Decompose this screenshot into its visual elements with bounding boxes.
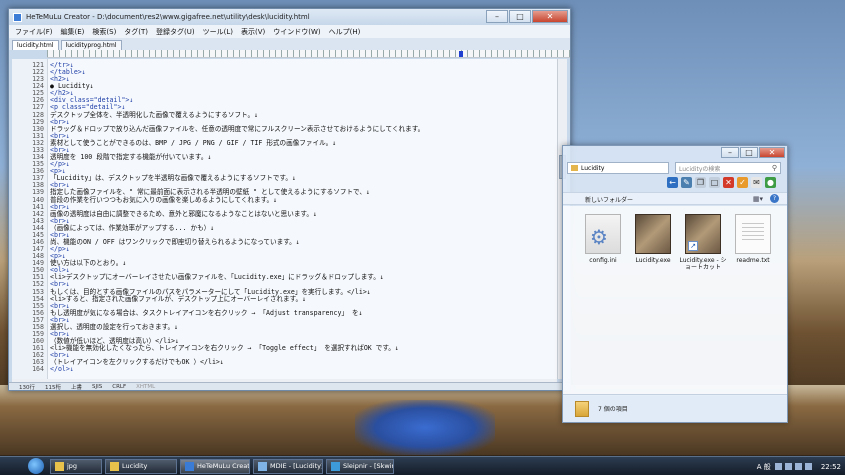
taskbar-button[interactable]: jpg: [50, 458, 102, 474]
item-count: 7 個の項目: [598, 406, 628, 413]
menu-help[interactable]: ヘルプ(H): [329, 27, 361, 37]
status-encoding: SJIS: [92, 383, 103, 390]
system-tray: A 般 22:52: [757, 457, 841, 475]
delete-icon[interactable]: ✕: [723, 177, 734, 188]
editor-window[interactable]: HeTeMuLu Creator - D:\document\res2\www.…: [8, 8, 571, 391]
back-icon[interactable]: ←: [667, 177, 678, 188]
explorer-details-pane: 7 個の項目: [563, 394, 787, 422]
config-file-icon: [585, 214, 621, 254]
close-button[interactable]: ✕: [532, 10, 568, 23]
folder-icon: [110, 461, 119, 471]
tab-lucidityprog-html[interactable]: lucidityprog.html: [60, 40, 122, 50]
folder-icon: [575, 401, 589, 417]
new-folder-button[interactable]: 新しいフォルダー: [585, 195, 633, 204]
menu-edit[interactable]: 編集(E): [61, 27, 85, 37]
network-icon[interactable]: [794, 463, 802, 470]
explorer-window-controls: – □ ✕: [720, 147, 785, 158]
browser-icon: [331, 461, 340, 471]
taskbar-button-label: Lucidity: [122, 462, 148, 470]
file-item[interactable]: readme.txt: [729, 214, 777, 264]
line-number: 164: [32, 365, 44, 374]
taskbar-button[interactable]: Lucidity: [105, 458, 177, 474]
taskbar-button-label: MDIE - [Lucidity]: [270, 462, 323, 470]
editor-menubar: ファイル(F) 編集(E) 検索(S) タグ(T) 登録タグ(U) ツール(L)…: [9, 25, 570, 38]
line-text: </ol>↓: [50, 365, 74, 374]
paste-icon[interactable]: □: [709, 177, 720, 188]
app-icon: [13, 12, 22, 22]
volume-icon[interactable]: [804, 463, 812, 470]
command-bar: 新しいフォルダー ▦▾ ?: [563, 192, 787, 205]
maximize-button[interactable]: □: [509, 10, 531, 23]
copy-icon[interactable]: ❐: [695, 177, 706, 188]
status-col: 115桁: [45, 384, 61, 391]
taskbar-button[interactable]: Sleipnir - [Skwire ...: [326, 458, 394, 474]
editor-window-controls: – □ ✕: [485, 10, 568, 23]
document-tabs: lucidity.html lucidityprog.html: [9, 38, 570, 50]
folder-icon: [55, 461, 64, 471]
text-file-icon: [735, 214, 771, 254]
tab-lucidity-html[interactable]: lucidity.html: [12, 40, 59, 50]
editor-icon: [185, 461, 194, 471]
shortcut-arrow-icon: ↗: [688, 241, 698, 251]
menu-window[interactable]: ウインドウ(W): [273, 27, 320, 37]
start-button[interactable]: [28, 458, 44, 474]
taskbar-button-label: Sleipnir - [Skwire ...: [343, 462, 394, 470]
ruler-cursor-marker: [459, 51, 463, 57]
editor-title: HeTeMuLu Creator - D:\document\res2\www.…: [26, 13, 310, 21]
address-bar[interactable]: Lucidity: [567, 162, 669, 174]
folder-small-icon: [571, 165, 578, 171]
file-item[interactable]: Lucidity.exe: [629, 214, 677, 264]
file-list: config.ini Lucidity.exe ↗ Lucidity.exe -…: [563, 206, 787, 396]
menu-file[interactable]: ファイル(F): [15, 27, 53, 37]
tray-icon[interactable]: [784, 463, 792, 470]
explorer-maximize-button[interactable]: □: [740, 147, 758, 158]
status-eol: CRLF: [112, 383, 127, 390]
taskbar-button-label: jpg: [67, 462, 78, 470]
menu-search[interactable]: 検索(S): [92, 27, 116, 37]
taskbar-button-label: HeTeMuLu Creator...: [197, 462, 250, 470]
explorer-minimize-button[interactable]: –: [721, 147, 739, 158]
column-ruler: [47, 50, 570, 58]
status-row: 130行: [19, 384, 35, 391]
taskbar: jpg Lucidity HeTeMuLu Creator... MDIE - …: [0, 456, 845, 475]
menu-tag[interactable]: タグ(T): [124, 27, 148, 37]
explorer-close-button[interactable]: ✕: [759, 147, 785, 158]
taskbar-button[interactable]: MDIE - [Lucidity]: [253, 458, 323, 474]
menu-registered-tag[interactable]: 登録タグ(U): [156, 27, 195, 37]
code-line[interactable]: 164 </ol>↓: [12, 365, 557, 373]
check-icon[interactable]: ✓: [737, 177, 748, 188]
menu-view[interactable]: 表示(V): [241, 27, 265, 37]
mdie-icon: [258, 461, 267, 471]
editor-statusbar: 130行 115桁 上書 SJIS CRLF XHTML: [9, 382, 570, 391]
tray-icon[interactable]: [774, 463, 782, 470]
file-name: config.ini: [589, 257, 617, 264]
file-name: readme.txt: [736, 257, 770, 264]
address-text: Lucidity: [581, 164, 605, 172]
search-icon[interactable]: ⚲: [772, 164, 777, 172]
explorer-toolbar-icons: ← ✎ ❐ □ ✕ ✓ ✉ ●: [667, 177, 779, 188]
minimize-button[interactable]: –: [486, 10, 508, 23]
explorer-window[interactable]: – □ ✕ Lucidity Lucidityの検索 ⚲ ← ✎ ❐ □ ✕ ✓…: [562, 145, 788, 423]
search-placeholder: Lucidityの検索: [679, 165, 721, 173]
view-options-icon[interactable]: ▦▾: [753, 195, 763, 203]
help-icon[interactable]: ?: [770, 194, 779, 203]
taskbar-button-active[interactable]: HeTeMuLu Creator...: [180, 458, 250, 474]
ime-indicator[interactable]: A 般: [757, 462, 771, 472]
file-item[interactable]: config.ini: [579, 214, 627, 264]
status-mode: 上書: [71, 384, 83, 391]
text-editor-area[interactable]: 121 </tr>↓ 122 </table>↓ 123 <h2>↓ 124 ● Lucidi…: [12, 59, 557, 379]
exe-file-icon: [635, 214, 671, 254]
status-doctype: XHTML: [136, 383, 156, 390]
wallpaper-water: [355, 400, 495, 455]
mail-icon[interactable]: ✉: [751, 177, 762, 188]
search-input[interactable]: Lucidityの検索 ⚲: [675, 162, 781, 174]
file-item[interactable]: ↗ Lucidity.exe - ショートカット: [679, 214, 727, 271]
menu-tools[interactable]: ツール(L): [203, 27, 233, 37]
clock[interactable]: 22:52: [821, 463, 841, 471]
properties-icon[interactable]: ●: [765, 177, 776, 188]
tools-icon[interactable]: ✎: [681, 177, 692, 188]
file-name: Lucidity.exe: [635, 257, 671, 264]
file-name: Lucidity.exe - ショートカット: [679, 257, 727, 271]
shortcut-file-icon: ↗: [685, 214, 721, 254]
